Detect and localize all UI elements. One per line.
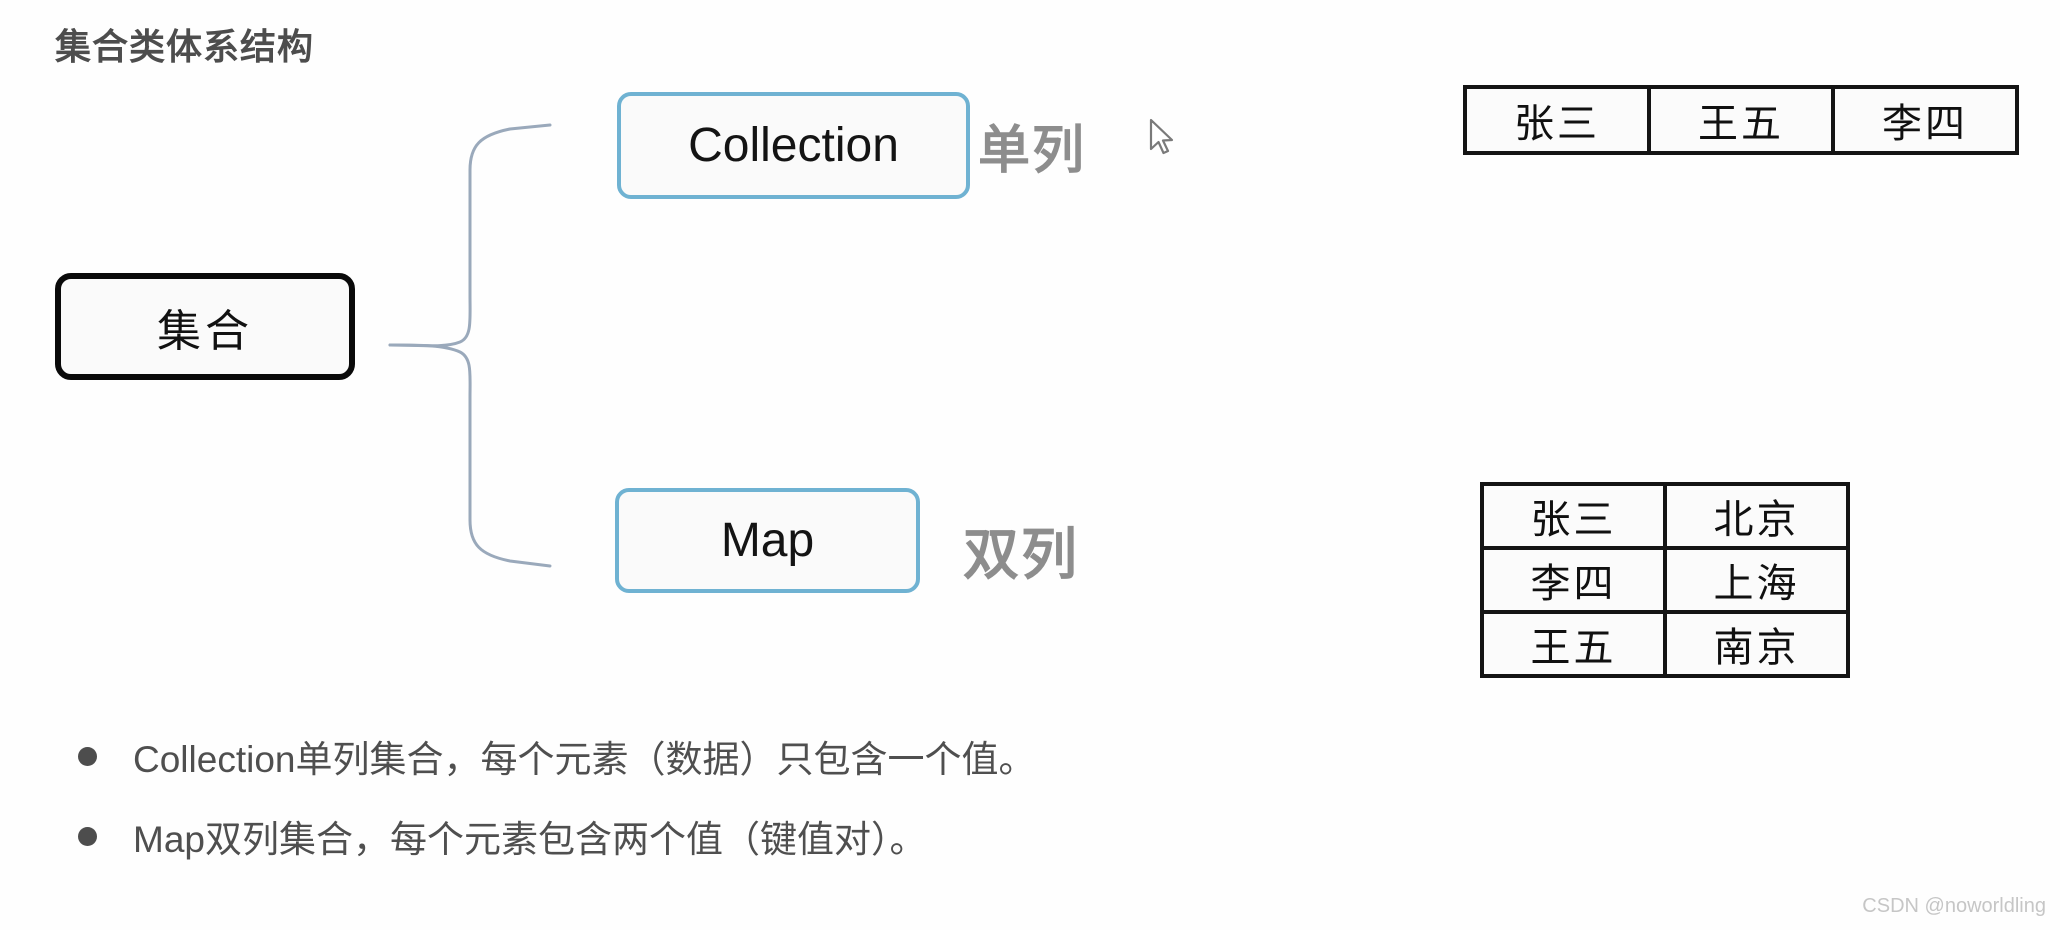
table-cell: 南京	[1663, 610, 1850, 678]
table-cell: 张三	[1463, 85, 1651, 155]
list-item-label: Collection单列集合，每个元素（数据）只包含一个值。	[133, 739, 1036, 780]
table-cell: 王五	[1647, 85, 1835, 155]
mouse-cursor-icon	[1149, 118, 1174, 155]
page-title: 集合类体系结构	[55, 26, 315, 67]
node-map-label: Map	[720, 514, 815, 567]
double-column-example-table: 张三 北京 李四 上海 王五 南京	[1480, 482, 1850, 678]
table-row: 张三 王五 李四	[1463, 85, 2019, 155]
annotation-single-column: 单列	[978, 122, 1087, 180]
slide-canvas: 集合类体系结构 集合 Collection 单列 Map 双列 张三 王五 李四…	[0, 0, 2060, 930]
table-cell: 李四	[1831, 85, 2019, 155]
watermark: CSDN @noworldling	[1862, 895, 2046, 917]
bullet-dot-icon	[78, 826, 97, 846]
table-cell: 张三	[1480, 482, 1667, 550]
node-collection[interactable]: Collection	[617, 92, 970, 199]
list-item-label: Map双列集合，每个元素包含两个值（键值对）。	[133, 819, 927, 860]
table-cell: 上海	[1663, 546, 1850, 614]
node-map[interactable]: Map	[615, 488, 920, 593]
node-root-label: 集合	[157, 306, 253, 356]
table-row: 张三 北京	[1480, 482, 1850, 550]
node-root-collection-family[interactable]: 集合	[55, 273, 355, 380]
table-row: 王五 南京	[1480, 610, 1850, 678]
table-row: 李四 上海	[1480, 546, 1850, 614]
table-cell: 李四	[1480, 546, 1667, 614]
table-cell: 北京	[1663, 482, 1850, 550]
bullet-list: Collection单列集合，每个元素（数据）只包含一个值。 Map双列集合，每…	[78, 716, 1035, 876]
bullet-dot-icon	[78, 746, 97, 766]
list-item: Map双列集合，每个元素包含两个值（键值对）。	[78, 796, 1035, 876]
branch-connector	[388, 123, 552, 568]
table-cell: 王五	[1480, 610, 1667, 678]
node-collection-label: Collection	[688, 119, 899, 172]
annotation-double-column: 双列	[963, 523, 1079, 586]
single-column-example-table: 张三 王五 李四	[1463, 85, 2019, 155]
list-item: Collection单列集合，每个元素（数据）只包含一个值。	[78, 716, 1035, 796]
